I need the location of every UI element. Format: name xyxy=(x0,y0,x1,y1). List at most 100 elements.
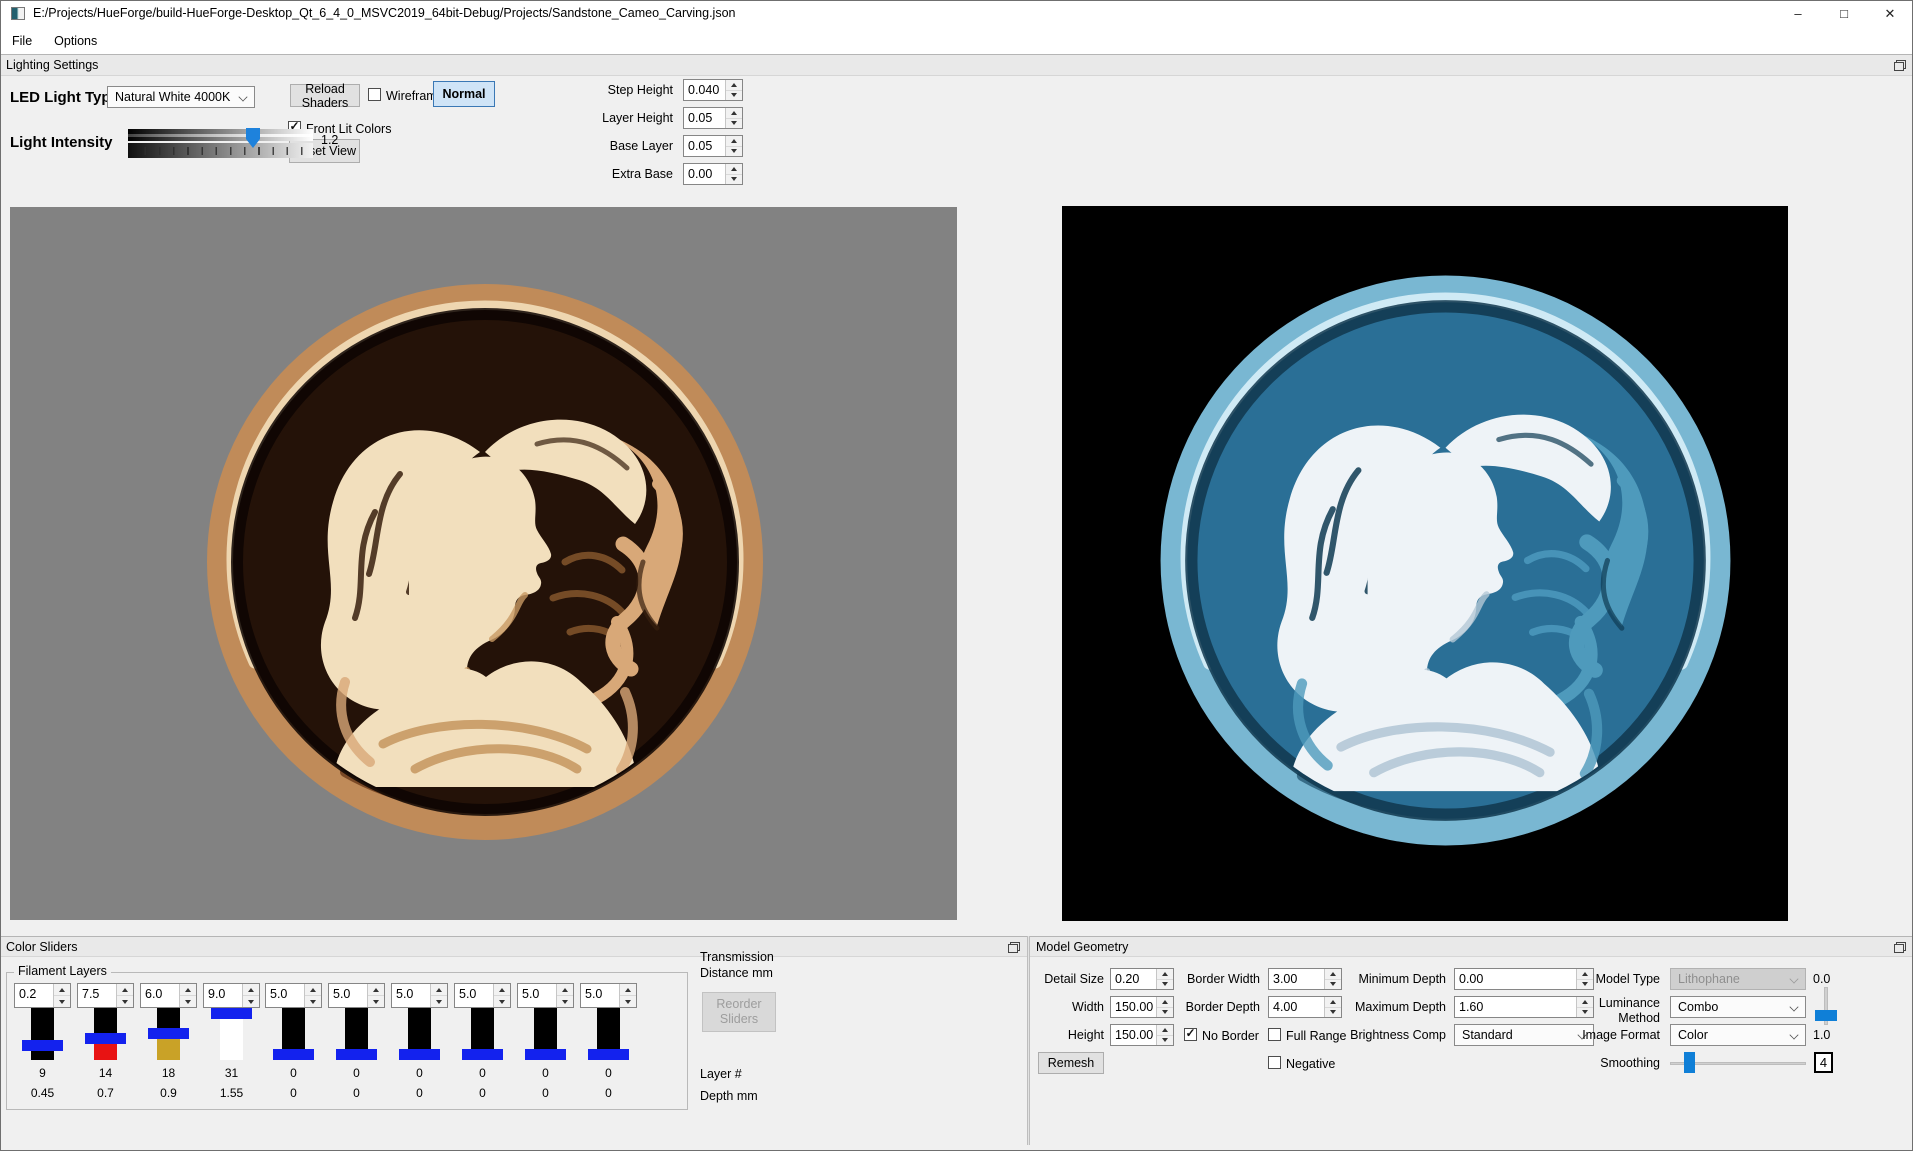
spin-up-icon[interactable] xyxy=(726,136,742,146)
spin-down-icon[interactable] xyxy=(305,995,321,1007)
dock-float-icon[interactable] xyxy=(1894,60,1906,71)
maximize-button[interactable]: □ xyxy=(1821,0,1867,27)
filament-slider-handle[interactable] xyxy=(211,1008,252,1019)
spin-down-icon[interactable] xyxy=(1157,1007,1173,1018)
filament-slider[interactable] xyxy=(328,1008,385,1060)
filament-td-spinbox[interactable]: 5.0 xyxy=(265,983,322,1008)
spin-up-icon[interactable] xyxy=(726,108,742,118)
filament-slider-handle[interactable] xyxy=(22,1040,63,1051)
layer-height-spinbox[interactable]: 0.05 xyxy=(683,107,743,129)
model-geometry-header[interactable]: Model Geometry xyxy=(1030,936,1913,957)
spin-down-icon[interactable] xyxy=(726,146,742,157)
filament-td-spinbox[interactable]: 5.0 xyxy=(454,983,511,1008)
border-width-spinbox[interactable]: 3.00 xyxy=(1268,968,1342,990)
close-button[interactable]: ✕ xyxy=(1867,0,1913,27)
wireframe-checkbox[interactable] xyxy=(368,88,381,101)
spin-down-icon[interactable] xyxy=(243,995,259,1007)
filament-slider[interactable] xyxy=(140,1008,197,1060)
spin-up-icon[interactable] xyxy=(305,984,321,995)
spin-down-icon[interactable] xyxy=(557,995,573,1007)
filament-slider-handle[interactable] xyxy=(588,1049,629,1060)
spin-up-icon[interactable] xyxy=(1157,997,1173,1007)
spin-down-icon[interactable] xyxy=(54,995,70,1007)
no-border-checkbox[interactable]: ✓ xyxy=(1184,1028,1197,1041)
spin-down-icon[interactable] xyxy=(726,118,742,129)
spin-up-icon[interactable] xyxy=(1157,969,1173,979)
negative-checkbox[interactable] xyxy=(1268,1056,1281,1069)
spin-down-icon[interactable] xyxy=(1157,979,1173,990)
filament-slider[interactable] xyxy=(454,1008,511,1060)
spin-down-icon[interactable] xyxy=(180,995,196,1007)
filament-slider-handle[interactable] xyxy=(273,1049,314,1060)
spin-up-icon[interactable] xyxy=(243,984,259,995)
lighting-settings-header[interactable]: Lighting Settings xyxy=(0,54,1913,76)
filament-slider[interactable] xyxy=(391,1008,448,1060)
window-titlebar[interactable]: E:/Projects/HueForge/build-HueForge-Desk… xyxy=(0,0,1913,27)
range-slider-handle[interactable] xyxy=(1815,1010,1837,1021)
model-render-viewport[interactable] xyxy=(10,207,957,920)
step-height-spinbox[interactable]: 0.040 xyxy=(683,79,743,101)
filament-slider-handle[interactable] xyxy=(399,1049,440,1060)
spin-up-icon[interactable] xyxy=(1157,1025,1173,1035)
spin-down-icon[interactable] xyxy=(431,995,447,1007)
spin-up-icon[interactable] xyxy=(180,984,196,995)
spin-down-icon[interactable] xyxy=(368,995,384,1007)
spin-up-icon[interactable] xyxy=(557,984,573,995)
spin-down-icon[interactable] xyxy=(1157,1035,1173,1046)
spin-down-icon[interactable] xyxy=(726,90,742,101)
smoothing-slider-handle[interactable] xyxy=(1684,1052,1695,1073)
spin-down-icon[interactable] xyxy=(117,995,133,1007)
filament-td-spinbox[interactable]: 7.5 xyxy=(77,983,134,1008)
border-depth-spinbox[interactable]: 4.00 xyxy=(1268,996,1342,1018)
light-intensity-slider[interactable] xyxy=(128,127,313,158)
filament-slider-handle[interactable] xyxy=(85,1033,126,1044)
minimum-depth-spinbox[interactable]: 0.00 xyxy=(1454,968,1594,990)
normal-button[interactable]: Normal xyxy=(433,81,495,107)
menu-file[interactable]: File xyxy=(2,27,42,54)
filament-slider-handle[interactable] xyxy=(148,1028,189,1039)
spin-down-icon[interactable] xyxy=(620,995,636,1007)
reload-shaders-button[interactable]: Reload Shaders xyxy=(290,84,360,107)
filament-slider[interactable] xyxy=(203,1008,260,1060)
spin-down-icon[interactable] xyxy=(726,174,742,185)
filament-slider-handle[interactable] xyxy=(336,1049,377,1060)
dock-float-icon[interactable] xyxy=(1008,942,1020,953)
filament-slider[interactable] xyxy=(14,1008,71,1060)
filament-td-spinbox[interactable]: 5.0 xyxy=(391,983,448,1008)
filament-td-spinbox[interactable]: 5.0 xyxy=(580,983,637,1008)
spin-up-icon[interactable] xyxy=(368,984,384,995)
spin-down-icon[interactable] xyxy=(494,995,510,1007)
spin-up-icon[interactable] xyxy=(117,984,133,995)
filament-td-spinbox[interactable]: 5.0 xyxy=(328,983,385,1008)
brightness-comp-select[interactable]: Standard xyxy=(1454,1024,1594,1046)
filament-td-spinbox[interactable]: 0.2 xyxy=(14,983,71,1008)
led-light-type-select[interactable]: Natural White 4000K xyxy=(107,86,255,108)
filament-slider[interactable] xyxy=(77,1008,134,1060)
width-spinbox[interactable]: 150.00 xyxy=(1110,996,1174,1018)
filament-slider[interactable] xyxy=(517,1008,574,1060)
reorder-sliders-button[interactable]: Reorder Sliders xyxy=(702,992,776,1032)
filament-slider-handle[interactable] xyxy=(462,1049,503,1060)
spin-up-icon[interactable] xyxy=(431,984,447,995)
spin-up-icon[interactable] xyxy=(726,80,742,90)
dock-float-icon[interactable] xyxy=(1894,942,1906,953)
filament-td-spinbox[interactable]: 9.0 xyxy=(203,983,260,1008)
spin-up-icon[interactable] xyxy=(726,164,742,174)
maximum-depth-spinbox[interactable]: 1.60 xyxy=(1454,996,1594,1018)
source-image-viewport[interactable] xyxy=(1062,206,1788,921)
height-spinbox[interactable]: 150.00 xyxy=(1110,1024,1174,1046)
full-range-checkbox[interactable] xyxy=(1268,1028,1281,1041)
filament-td-spinbox[interactable]: 6.0 xyxy=(140,983,197,1008)
filament-slider[interactable] xyxy=(265,1008,322,1060)
color-sliders-header[interactable]: Color Sliders xyxy=(0,936,1027,957)
filament-td-spinbox[interactable]: 5.0 xyxy=(517,983,574,1008)
spin-up-icon[interactable] xyxy=(494,984,510,995)
image-format-select[interactable]: Color xyxy=(1670,1024,1806,1046)
luminance-method-select[interactable]: Combo xyxy=(1670,996,1806,1018)
spin-up-icon[interactable] xyxy=(620,984,636,995)
extra-base-spinbox[interactable]: 0.00 xyxy=(683,163,743,185)
remesh-button[interactable]: Remesh xyxy=(1038,1052,1104,1074)
base-layer-spinbox[interactable]: 0.05 xyxy=(683,135,743,157)
filament-slider-handle[interactable] xyxy=(525,1049,566,1060)
spin-up-icon[interactable] xyxy=(54,984,70,995)
